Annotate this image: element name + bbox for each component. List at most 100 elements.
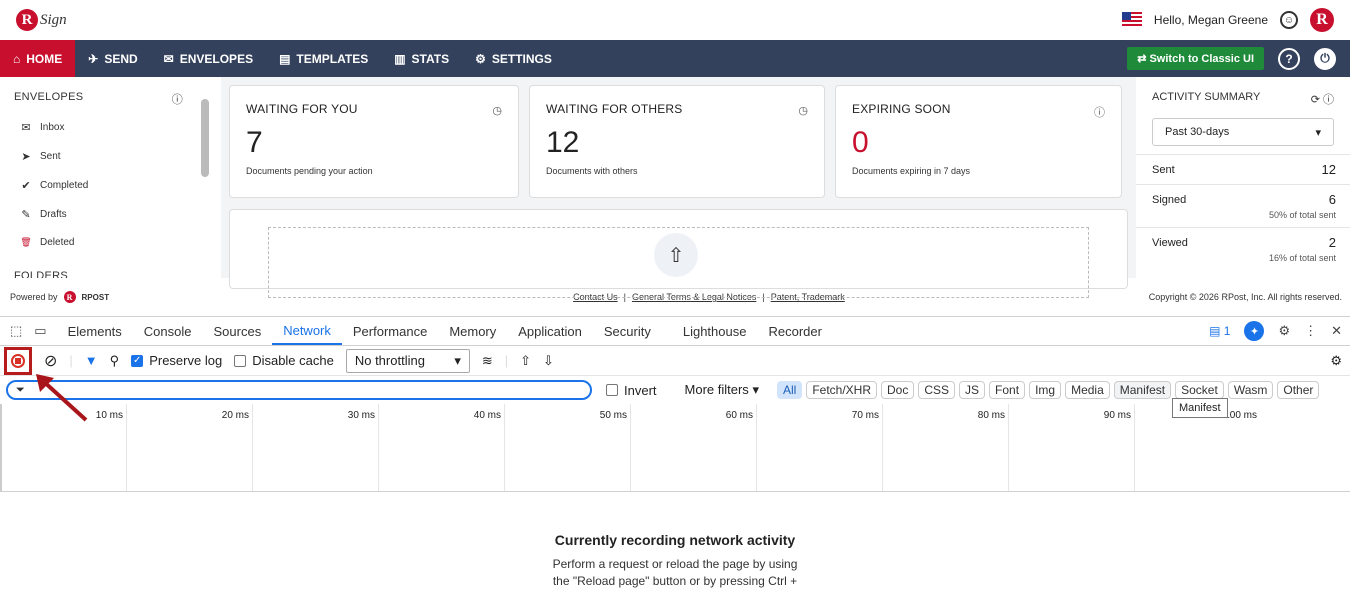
nav-home[interactable]: ⌂ HOME bbox=[0, 40, 76, 77]
filter-icon[interactable]: ▼ bbox=[85, 353, 98, 368]
timeline-tick: 60 ms bbox=[630, 404, 756, 491]
nav-templates[interactable]: ▤ TEMPLATES bbox=[266, 40, 381, 77]
tab-performance[interactable]: Performance bbox=[342, 317, 438, 345]
empty-line-1: Perform a request or reload the page by … bbox=[552, 557, 798, 571]
inspect-element-icon[interactable]: ⬚ bbox=[10, 323, 22, 339]
copyright-text: Copyright © 2026 RPost, Inc. All rights … bbox=[1148, 292, 1342, 302]
throttling-select[interactable]: No throttling ▾ bbox=[345, 348, 470, 373]
tab-recorder[interactable]: Recorder bbox=[757, 317, 832, 345]
activity-row-signed: Signed 6 50% of total sent bbox=[1136, 184, 1350, 227]
template-icon: ▤ bbox=[279, 51, 291, 66]
more-menu-icon[interactable]: ⋮ bbox=[1304, 323, 1317, 339]
card-title: WAITING FOR OTHERS bbox=[546, 102, 683, 116]
filter-manifest[interactable]: Manifest bbox=[1113, 381, 1172, 399]
issues-badge[interactable]: ▤ 1 bbox=[1209, 324, 1230, 338]
filter-all[interactable]: All bbox=[776, 381, 803, 399]
invert-checkbox[interactable]: Invert bbox=[606, 383, 657, 398]
record-stop-button[interactable] bbox=[4, 346, 32, 375]
preserve-log-checkbox[interactable]: ✓ Preserve log bbox=[131, 353, 222, 368]
network-timeline[interactable]: 10 ms 20 ms 30 ms 40 ms 50 ms 60 ms 70 ms 80 ms… bbox=[0, 404, 1350, 492]
sidebar-item-drafts[interactable]: ✎ Drafts bbox=[14, 200, 207, 229]
sidebar-item-deleted[interactable]: 🗑 Deleted bbox=[14, 229, 207, 256]
nav-label: SEND bbox=[104, 51, 138, 66]
filter-css[interactable]: CSS bbox=[918, 381, 956, 399]
device-toolbar-icon[interactable]: ▭ bbox=[34, 323, 46, 339]
upload-icon[interactable]: ⇧ bbox=[654, 233, 698, 277]
sidebar-item-label: Sent bbox=[40, 151, 61, 162]
card-subtitle: Documents pending your action bbox=[246, 166, 373, 176]
import-har-icon[interactable]: ⇧ bbox=[520, 353, 531, 369]
filter-doc[interactable]: Doc bbox=[881, 381, 915, 399]
clear-icon[interactable]: ⊘ bbox=[44, 351, 57, 371]
period-select[interactable]: Past 30-days ▾ bbox=[1152, 118, 1334, 146]
filter-media[interactable]: Media bbox=[1065, 381, 1110, 399]
sidebar-item-label: Deleted bbox=[40, 237, 75, 248]
user-profile-icon[interactable]: ☺ bbox=[1280, 11, 1298, 29]
filter-js[interactable]: JS bbox=[959, 381, 986, 399]
export-har-icon[interactable]: ⇩ bbox=[543, 353, 554, 369]
upload-panel: ⇧ bbox=[229, 209, 1128, 298]
annotation-arrow-icon bbox=[36, 374, 88, 422]
nav-settings[interactable]: ⚙ SETTINGS bbox=[462, 40, 565, 77]
more-filters-dropdown[interactable]: More filters ▾ bbox=[685, 382, 759, 398]
filter-font[interactable]: Font bbox=[989, 381, 1026, 399]
filter-wasm[interactable]: Wasm bbox=[1227, 381, 1274, 399]
user-greeting: Hello, Megan Greene bbox=[1153, 13, 1268, 27]
tab-sources[interactable]: Sources bbox=[203, 317, 273, 345]
card-value: 12 bbox=[546, 126, 580, 159]
card-waiting-for-you[interactable]: WAITING FOR YOU ◷ 7 Documents pending yo… bbox=[229, 85, 519, 198]
nav-send[interactable]: ✈ SEND bbox=[75, 40, 150, 77]
disable-cache-checkbox[interactable]: Disable cache bbox=[234, 353, 334, 368]
trash-icon: 🗑 bbox=[20, 237, 32, 247]
tab-console[interactable]: Console bbox=[133, 317, 203, 345]
send-icon: ✈ bbox=[88, 51, 99, 66]
us-flag-icon[interactable] bbox=[1121, 12, 1142, 28]
filter-fetch-xhr[interactable]: Fetch/XHR bbox=[806, 381, 877, 399]
sidebar-item-sent[interactable]: ➤ Sent bbox=[14, 142, 207, 171]
manifest-tooltip: Manifest bbox=[1172, 398, 1228, 418]
info-icon[interactable]: ⓘ bbox=[172, 91, 183, 107]
card-waiting-for-others[interactable]: WAITING FOR OTHERS ◷ 12 Documents with o… bbox=[529, 85, 825, 198]
filter-img[interactable]: Img bbox=[1029, 381, 1062, 399]
tab-elements[interactable]: Elements bbox=[57, 317, 133, 345]
sidebar-scrollbar[interactable] bbox=[201, 99, 209, 177]
nav-stats[interactable]: ▥ STATS bbox=[381, 40, 462, 77]
tab-security[interactable]: Security bbox=[593, 317, 662, 345]
tab-memory[interactable]: Memory bbox=[438, 317, 507, 345]
sidebar-item-completed[interactable]: ✔ Completed bbox=[14, 171, 207, 200]
tab-network[interactable]: Network bbox=[272, 317, 342, 345]
power-icon[interactable]: ⏻ bbox=[1314, 47, 1336, 70]
row-label: Viewed bbox=[1152, 236, 1188, 249]
tick-label: 90 ms bbox=[1103, 410, 1131, 421]
sidebar-item-inbox[interactable]: ✉ Inbox bbox=[14, 113, 207, 142]
classic-label: Switch to Classic UI bbox=[1149, 53, 1254, 65]
caret-down-icon: ▾ bbox=[752, 382, 759, 397]
checkbox-label: Disable cache bbox=[252, 353, 334, 368]
tick-label: 50 ms bbox=[599, 410, 627, 421]
switch-classic-button[interactable]: ⇄ Switch to Classic UI bbox=[1127, 47, 1264, 70]
rsign-logo[interactable]: R Sign bbox=[16, 9, 67, 31]
tick-label: 40 ms bbox=[473, 410, 501, 421]
filter-socket[interactable]: Socket bbox=[1175, 381, 1224, 399]
refresh-icon[interactable]: ⟳ ⓘ bbox=[1311, 91, 1334, 107]
nav-envelopes[interactable]: ✉ ENVELOPES bbox=[151, 40, 266, 77]
app-header: R Sign Hello, Megan Greene ☺ R bbox=[0, 0, 1350, 40]
brand-avatar-icon[interactable]: R bbox=[1310, 8, 1334, 32]
card-title: WAITING FOR YOU bbox=[246, 102, 358, 116]
activity-row-viewed: Viewed 2 16% of total sent bbox=[1136, 227, 1350, 270]
gear-icon[interactable]: ⚙ bbox=[1278, 323, 1290, 339]
card-expiring-soon[interactable]: EXPIRING SOON ⓘ 0 Documents expiring in … bbox=[835, 85, 1122, 198]
tab-lighthouse[interactable]: Lighthouse bbox=[672, 317, 758, 345]
stats-icon: ▥ bbox=[394, 51, 406, 66]
help-icon[interactable]: ? bbox=[1278, 47, 1300, 70]
tab-application[interactable]: Application bbox=[507, 317, 593, 345]
filter-other[interactable]: Other bbox=[1277, 381, 1320, 399]
network-settings-icon[interactable]: ⚙ bbox=[1330, 353, 1342, 369]
search-icon[interactable]: ⚲ bbox=[110, 353, 120, 369]
inbox-icon: ✉ bbox=[21, 122, 31, 134]
ai-assistant-icon[interactable]: ✦ bbox=[1244, 321, 1265, 341]
close-icon[interactable]: ✕ bbox=[1331, 323, 1342, 339]
row-value: 2 bbox=[1328, 235, 1336, 250]
activity-title: ACTIVITY SUMMARY bbox=[1152, 91, 1261, 103]
network-conditions-icon[interactable]: ≋ bbox=[482, 353, 493, 369]
